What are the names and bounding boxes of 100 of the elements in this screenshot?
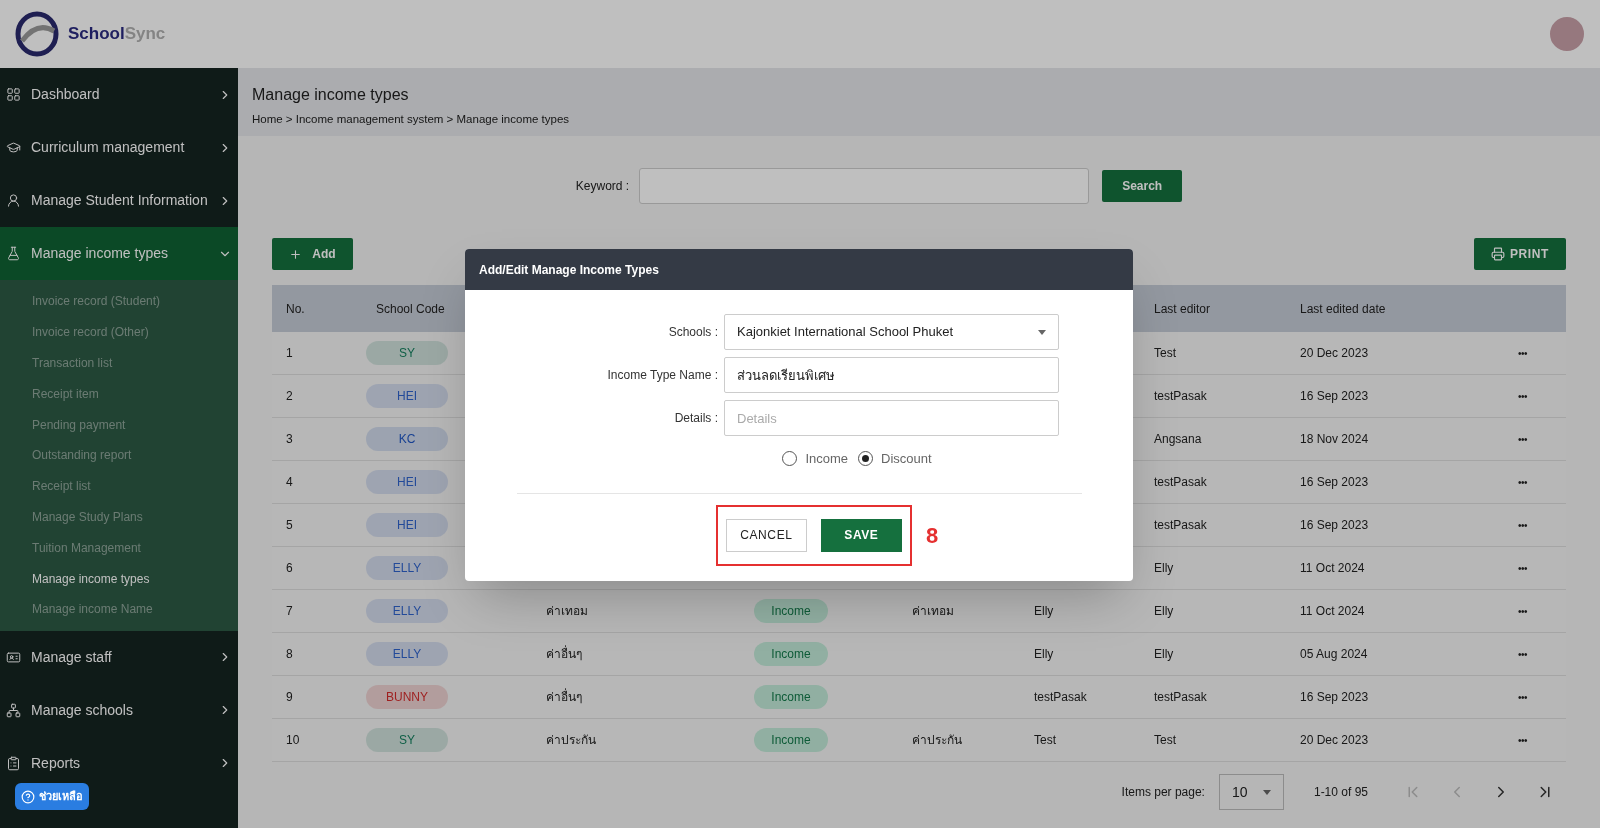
page-range: 1-10 of 95: [1313, 784, 1368, 801]
print-button[interactable]: PRINT: [1474, 238, 1566, 270]
table-cell: Test: [1154, 346, 1176, 360]
table-cell: testPasak: [1154, 518, 1207, 532]
graduation-cap-icon: [6, 140, 21, 155]
table-cell: 16 Sep 2023: [1300, 518, 1369, 532]
row-number: 10: [286, 733, 300, 747]
more-button[interactable]: •••: [1518, 649, 1527, 660]
more-button[interactable]: •••: [1518, 477, 1527, 488]
help-icon: [21, 789, 35, 804]
text-field[interactable]: ส่วนลดเรียนพิเศษ: [724, 357, 1059, 393]
table-cell: 16 Sep 2023: [1300, 475, 1369, 489]
dialog-title: Add/Edit Manage Income Types: [479, 261, 659, 279]
more-button[interactable]: •••: [1518, 520, 1527, 531]
table-cell: 11 Oct 2024: [1300, 561, 1365, 575]
table-cell: testPasak: [1034, 690, 1087, 704]
breadcrumb: Home > Income management system > Manage income types: [252, 112, 571, 127]
type-badge: Income: [754, 642, 828, 666]
page-size-select[interactable]: 10: [1218, 774, 1284, 810]
school-select[interactable]: Kajonkiet International School Phuket: [724, 314, 1059, 350]
table-cell: 05 Aug 2024: [1300, 647, 1368, 661]
field-label: Schools :: [667, 324, 719, 341]
more-button[interactable]: •••: [1518, 434, 1527, 445]
table-cell: Elly: [1154, 604, 1174, 618]
sidebar-item[interactable]: Manage Student Information: [0, 174, 238, 227]
school-code-badge: HEI: [366, 470, 448, 494]
radio-label: Discount: [881, 450, 932, 468]
logo-icon: [14, 11, 60, 57]
school-code-badge: ELLY: [366, 556, 448, 580]
sidebar-item[interactable]: Manage income types: [0, 227, 238, 280]
more-button[interactable]: •••: [1518, 692, 1527, 703]
keyword-label: Keyword :: [575, 178, 630, 195]
row-number: 1: [286, 346, 293, 360]
table-cell: Elly: [1034, 647, 1054, 661]
radio-label: Income: [805, 450, 849, 468]
table-cell: 11 Oct 2024: [1300, 604, 1365, 618]
grid-icon: [6, 87, 21, 102]
column-header: No.: [286, 301, 305, 316]
sidebar-item[interactable]: Dashboard: [0, 68, 238, 121]
sidebar-item[interactable]: Manage schools: [0, 683, 238, 737]
table-cell: 20 Dec 2023: [1300, 733, 1369, 747]
row-number: 6: [286, 561, 293, 575]
search-button[interactable]: Search: [1102, 170, 1183, 202]
id-card-icon: [6, 649, 21, 665]
page-title: Manage income types: [252, 85, 410, 105]
add-button[interactable]: Add: [272, 238, 353, 270]
row-number: 5: [286, 518, 293, 532]
table-cell: 16 Sep 2023: [1300, 389, 1369, 403]
keyword-input[interactable]: [639, 168, 1090, 204]
school-code-badge: ELLY: [366, 642, 448, 666]
flask-icon: [6, 246, 21, 261]
person-icon: [6, 193, 21, 208]
field-label: Income Type Name :: [606, 367, 719, 384]
submenu-item[interactable]: Manage income types: [0, 563, 238, 594]
save-button[interactable]: SAVE: [820, 518, 902, 552]
table-cell: 18 Nov 2024: [1300, 432, 1369, 446]
row-number: 8: [286, 647, 293, 661]
sidebar-item[interactable]: Manage staff: [0, 630, 238, 684]
column-header: School Code: [376, 301, 445, 316]
sidebar-item[interactable]: Curriculum management: [0, 121, 238, 174]
table-cell: Angsana: [1154, 432, 1202, 446]
more-button[interactable]: •••: [1518, 606, 1527, 617]
table-cell: ค่าอื่นๆ: [546, 647, 582, 661]
network-icon: [6, 702, 21, 718]
school-code-badge: HEI: [366, 384, 448, 408]
clipboard-icon: [6, 755, 21, 771]
more-button[interactable]: •••: [1518, 735, 1527, 746]
type-badge: Income: [754, 685, 828, 709]
table-cell: ค่าเทอม: [546, 604, 588, 618]
school-code-badge: SY: [366, 341, 448, 365]
field-label: Details :: [673, 410, 719, 427]
type-badge: Income: [754, 728, 828, 752]
cancel-button[interactable]: CANCEL: [725, 518, 807, 552]
table-cell: ค่าอื่นๆ: [546, 690, 582, 704]
school-code-badge: HEI: [366, 513, 448, 537]
table-cell: testPasak: [1154, 690, 1207, 704]
table-cell: 16 Sep 2023: [1300, 690, 1369, 704]
table-cell: testPasak: [1154, 389, 1207, 403]
column-header: Last edited date: [1300, 301, 1386, 316]
row-number: 3: [286, 432, 293, 446]
more-button[interactable]: •••: [1518, 348, 1527, 359]
table-cell: Test: [1034, 733, 1056, 747]
school-code-badge: SY: [366, 728, 448, 752]
annotation-number: 8: [925, 521, 939, 550]
more-button[interactable]: •••: [1518, 563, 1527, 574]
table-cell: Elly: [1154, 647, 1174, 661]
items-per-page-label: Items per page:: [1121, 784, 1205, 801]
help-button[interactable]: ช่วยเหลือ: [15, 783, 89, 810]
table-cell: Test: [1154, 733, 1176, 747]
table-cell: Elly: [1034, 604, 1054, 618]
table-cell: 20 Dec 2023: [1300, 346, 1369, 360]
plus-icon: [289, 247, 303, 261]
table-cell: testPasak: [1154, 475, 1207, 489]
table-cell: ค่าประกัน: [546, 733, 596, 747]
text-field[interactable]: Details: [724, 400, 1059, 436]
table-cell: ค่าประกัน: [912, 733, 962, 747]
table-cell: Elly: [1154, 561, 1174, 575]
more-button[interactable]: •••: [1518, 391, 1527, 402]
table-cell: ค่าเทอม: [912, 604, 954, 618]
type-badge: Income: [754, 599, 828, 623]
